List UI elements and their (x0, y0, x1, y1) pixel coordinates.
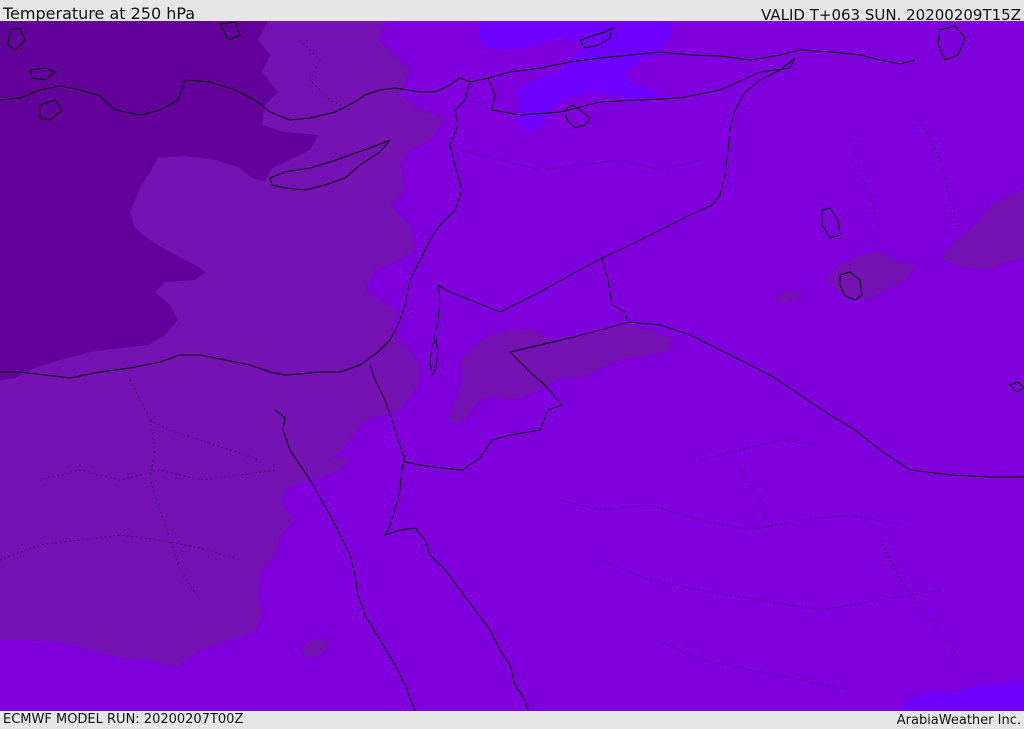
model-run: ECMWF MODEL RUN: 20200207T00Z (3, 712, 244, 727)
map-canvas (0, 21, 1024, 711)
credit: ArabiaWeather Inc. (896, 713, 1021, 728)
map-header: Temperature at 250 hPa VALID T+063 SUN. … (0, 0, 1024, 24)
weather-map-page: Temperature at 250 hPa VALID T+063 SUN. … (0, 0, 1024, 729)
map-footer: ECMWF MODEL RUN: 20200207T00Z ArabiaWeat… (0, 711, 1024, 729)
temperature-map (0, 21, 1024, 711)
